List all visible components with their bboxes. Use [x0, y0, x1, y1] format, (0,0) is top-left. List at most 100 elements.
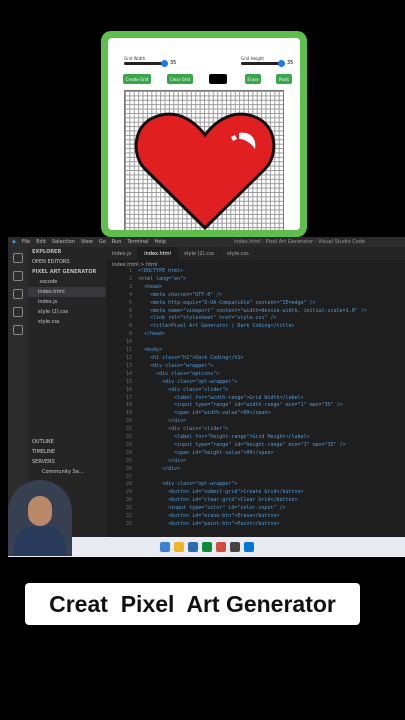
grid-height-label: Grid Height — [241, 56, 264, 61]
timeline-section[interactable]: TIMELINE — [28, 447, 106, 457]
code-line[interactable]: 28 <div class="opt-wrapper"> — [106, 481, 405, 489]
line-number: 13 — [125, 362, 132, 369]
start-icon[interactable] — [159, 542, 170, 552]
code-line[interactable]: 31 <input type="color" id="color-input" … — [106, 505, 405, 513]
code-line[interactable]: 17 <label for="width-range">Grid Width</… — [106, 395, 405, 403]
grid-height-slider[interactable] — [241, 60, 285, 67]
code-line[interactable]: 6 <meta name="viewport" content="width=d… — [106, 308, 405, 316]
servers-section[interactable]: SERVERS — [28, 457, 106, 467]
paint-button[interactable]: Paint — [276, 74, 292, 84]
line-text: <body> — [138, 347, 163, 354]
code-line[interactable]: 22 <label for="height-range">Grid Height… — [106, 434, 405, 442]
code-line[interactable]: 13 <div class="wrapper"> — [106, 363, 405, 371]
menu-help[interactable]: Help — [155, 239, 166, 245]
line-text: <div class="slider"> — [138, 386, 229, 393]
slider-thumb[interactable] — [278, 60, 285, 67]
code-line[interactable]: 12 <h1 class="h1">Dark Coding</h1> — [106, 355, 405, 363]
file-explorer-icon[interactable] — [173, 542, 184, 552]
tab-index-js[interactable]: index.js — [106, 247, 139, 260]
edge-icon[interactable] — [187, 542, 198, 552]
code-line[interactable]: 27 — [106, 474, 405, 482]
title-bar: ◆ File Edit Selection View Go Run Termin… — [8, 237, 405, 247]
code-line[interactable]: 1 <!DOCTYPE html> — [106, 268, 405, 276]
menu-selection[interactable]: Selection — [52, 239, 75, 245]
tab-index-html[interactable]: index.html — [138, 247, 178, 260]
line-text: <div class="opt-wrapper"> — [138, 378, 238, 385]
create-grid-button[interactable]: Create Grid — [123, 74, 151, 84]
clear-grid-button[interactable]: Clear Grid — [167, 74, 193, 84]
file-vscode[interactable]: .vscode — [28, 277, 106, 287]
file-index-html[interactable]: index.html — [28, 287, 106, 297]
erase-button[interactable]: Erase — [245, 74, 261, 84]
line-text: <head> — [138, 283, 163, 290]
pixel-grid[interactable] — [124, 90, 284, 230]
code-line[interactable]: 18 <input type="range" id="width-range" … — [106, 402, 405, 410]
app-icon[interactable] — [229, 542, 240, 552]
code-line[interactable]: 7 <link rel="stylesheet" href="style.css… — [106, 315, 405, 323]
file-index-js[interactable]: index.js — [28, 297, 106, 307]
line-text: <div class="options"> — [138, 370, 220, 377]
line-number: 31 — [125, 505, 132, 512]
extensions-icon[interactable] — [13, 325, 23, 335]
code-line[interactable]: 15 <div class="opt-wrapper"> — [106, 379, 405, 387]
code-line[interactable]: 32 <button id="erase-btn">Erase</button> — [106, 513, 405, 521]
line-number: 2 — [128, 275, 132, 282]
code-line[interactable]: 33 <button id="paint-btn">Paint</button> — [106, 521, 405, 529]
line-number: 21 — [125, 426, 132, 433]
menu-file[interactable]: File — [22, 239, 30, 245]
vscode-taskbar-icon[interactable] — [243, 542, 254, 552]
line-text: <label for="height-range">Grid Height</l… — [138, 434, 310, 441]
line-number: 25 — [125, 457, 132, 464]
menu-go[interactable]: Go — [99, 239, 106, 245]
line-text: <div class="slider"> — [138, 426, 229, 433]
code-line[interactable]: 10 — [106, 339, 405, 347]
menu-edit[interactable]: Edit — [36, 239, 46, 245]
code-line[interactable]: 29 <button id="submit-grid">Create Grid<… — [106, 489, 405, 497]
project-folder[interactable]: PIXEL ART GENERATOR — [28, 267, 106, 277]
tab-style-css[interactable]: style.css — [221, 247, 256, 260]
code-editor[interactable]: 1 <!DOCTYPE html> 2 <html lang="en"> 3 <head… — [106, 268, 405, 545]
code-line[interactable]: 14 <div class="options"> — [106, 371, 405, 379]
code-line[interactable]: 11 <body> — [106, 347, 405, 355]
explorer-icon[interactable] — [13, 253, 23, 263]
menu-view[interactable]: View — [81, 239, 93, 245]
code-line[interactable]: 5 <meta http-equiv="X-UA-Compatible" con… — [106, 300, 405, 308]
code-line[interactable]: 20 </div> — [106, 418, 405, 426]
grid-width-value: 35 — [170, 60, 177, 66]
store-icon[interactable] — [201, 542, 212, 552]
code-line[interactable]: 25 </div> — [106, 458, 405, 466]
source-control-icon[interactable] — [13, 289, 23, 299]
code-line[interactable]: 4 <meta charset="UTF-8" /> — [106, 292, 405, 300]
line-number: 6 — [128, 307, 132, 314]
code-line[interactable]: 30 <button id="clear-grid">Clear Grid</b… — [106, 497, 405, 505]
code-line[interactable]: 19 <span id="width-value">00</span> — [106, 410, 405, 418]
code-line[interactable]: 9 </head> — [106, 331, 405, 339]
code-line[interactable]: 16 <div class="slider"> — [106, 387, 405, 395]
menu-run[interactable]: Run — [112, 239, 122, 245]
server-item[interactable]: Community Se... — [28, 467, 106, 477]
slider-thumb[interactable] — [161, 60, 168, 67]
code-line[interactable]: 21 <div class="slider"> — [106, 426, 405, 434]
search-icon[interactable] — [13, 271, 23, 281]
chrome-icon[interactable] — [215, 542, 226, 552]
file-style-css[interactable]: style.css — [28, 317, 106, 327]
open-editors-section[interactable]: OPEN EDITORS — [28, 257, 106, 267]
grid-width-slider[interactable] — [124, 60, 168, 67]
color-input[interactable] — [209, 74, 227, 84]
line-text: <input type="range" id="height-range" mi… — [138, 441, 346, 448]
code-line[interactable]: 24 <span id="height-value">00</span> — [106, 450, 405, 458]
code-line[interactable]: 2 <html lang="en"> — [106, 276, 405, 284]
tab-style-2-css[interactable]: style (2).css — [178, 247, 222, 260]
line-text: <title>Pixel Art Generator | Dark Coding… — [138, 323, 295, 330]
outline-section[interactable]: OUTLINE — [28, 437, 106, 447]
code-line[interactable]: 3 <head> — [106, 284, 405, 292]
menu-terminal[interactable]: Terminal — [127, 239, 148, 245]
code-line[interactable]: 23 <input type="range" id="height-range"… — [106, 442, 405, 450]
line-number: 8 — [128, 323, 132, 330]
code-line[interactable]: 8 <title>Pixel Art Generator | Dark Codi… — [106, 323, 405, 331]
code-line[interactable]: 26 </div> — [106, 466, 405, 474]
run-debug-icon[interactable] — [13, 307, 23, 317]
line-number: 3 — [128, 283, 132, 290]
file-style-2-css[interactable]: style (2).css — [28, 307, 106, 317]
line-number: 20 — [125, 418, 132, 425]
